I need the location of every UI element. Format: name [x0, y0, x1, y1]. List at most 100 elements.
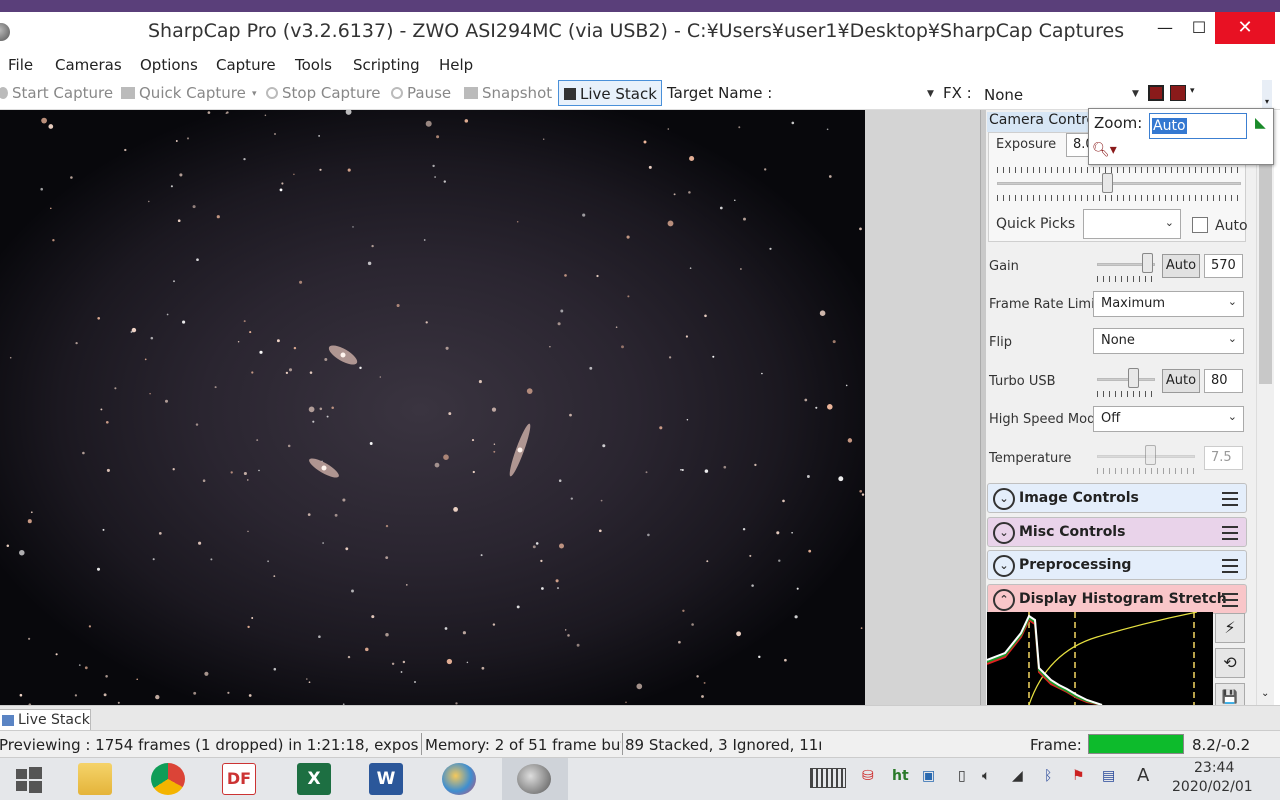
expand-chevron-icon[interactable]: ⌄: [993, 555, 1015, 577]
star: [819, 310, 826, 316]
tab-live-stack[interactable]: Live Stack: [0, 709, 91, 731]
windows-start-icon[interactable]: [12, 763, 46, 795]
star: [516, 605, 520, 609]
gain-input[interactable]: 570: [1204, 254, 1243, 278]
expand-chevron-icon[interactable]: ⌄: [993, 488, 1015, 510]
menu-scripting[interactable]: Scripting: [353, 56, 420, 74]
quick-picks-label: Quick Picks: [996, 216, 1076, 232]
toolbar-overflow-icon[interactable]: ▾: [1262, 80, 1272, 108]
turbo-usb-slider-thumb[interactable]: [1127, 368, 1139, 388]
hamburger-menu-icon[interactable]: [1222, 559, 1238, 573]
quick-picks-select[interactable]: ⌄: [1083, 209, 1181, 239]
exposure-slider-thumb[interactable]: [1101, 173, 1113, 193]
menu-cameras[interactable]: Cameras: [55, 56, 122, 74]
keyboard-icon[interactable]: [810, 768, 846, 788]
close-button[interactable]: ✕: [1215, 12, 1275, 44]
reticle-icon[interactable]: [1148, 85, 1164, 101]
ht-tray-icon[interactable]: ht: [892, 768, 909, 784]
menu-capture[interactable]: Capture: [216, 56, 276, 74]
quick-picks-auto-checkbox[interactable]: [1192, 217, 1208, 233]
histogram-stretch-plot[interactable]: [987, 612, 1213, 705]
fx-select[interactable]: None ▼: [978, 81, 1142, 105]
excel-icon[interactable]: X: [297, 763, 331, 795]
star: [673, 193, 676, 196]
star: [691, 623, 694, 626]
menu-file[interactable]: File: [8, 56, 33, 74]
frame-rate-limit-select[interactable]: Maximum ⌄: [1093, 291, 1244, 317]
save-stretch-button[interactable]: 💾: [1215, 683, 1245, 705]
panel-scrollbar-thumb[interactable]: [1259, 134, 1272, 384]
menu-help[interactable]: Help: [439, 56, 473, 74]
battery-icon[interactable]: ▯: [958, 768, 966, 784]
start-capture-button[interactable]: Start Capture: [0, 84, 113, 102]
panel-scrollbar[interactable]: ⌄: [1256, 110, 1274, 705]
star: [256, 439, 259, 442]
live-image-view[interactable]: [0, 110, 865, 705]
expand-chevron-icon[interactable]: ⌄: [993, 522, 1015, 544]
clock-time[interactable]: 23:44: [1194, 760, 1234, 776]
network-app-tray-icon[interactable]: ▣: [922, 768, 935, 784]
turbo-usb-slider-track[interactable]: [1097, 378, 1155, 381]
acrobat-tray-icon[interactable]: ⛁: [862, 768, 874, 784]
galaxy-core: [340, 352, 346, 358]
file-explorer-icon[interactable]: [78, 763, 112, 795]
auto-stretch-button[interactable]: ⚡: [1215, 613, 1245, 643]
wifi-signal-icon[interactable]: ◢: [1012, 768, 1023, 784]
reset-stretch-button[interactable]: ⟲: [1215, 648, 1245, 678]
gain-auto-button[interactable]: Auto: [1162, 254, 1200, 278]
word-icon[interactable]: W: [369, 763, 403, 795]
image-controls-section[interactable]: ⌄ Image Controls: [987, 483, 1247, 513]
star: [247, 530, 249, 533]
display-histogram-stretch-section[interactable]: ⌃ Display Histogram Stretch: [987, 584, 1247, 614]
misc-controls-section[interactable]: ⌄ Misc Controls: [987, 517, 1247, 547]
hamburger-menu-icon[interactable]: [1222, 593, 1238, 607]
star: [345, 547, 349, 551]
exposure-ticks-bottom: [997, 195, 1241, 201]
overlay-dropdown-icon[interactable]: ▾: [1190, 86, 1195, 96]
snapshot-button[interactable]: Snapshot: [464, 84, 552, 102]
paint-icon[interactable]: [442, 763, 476, 795]
high-speed-mode-label: High Speed Mode: [989, 412, 1104, 427]
star: [9, 356, 12, 359]
focus-mask-icon[interactable]: [1170, 85, 1186, 101]
histogram-icon[interactable]: ◣: [1255, 115, 1266, 131]
star: [351, 589, 354, 593]
exposure-slider-track[interactable]: [997, 182, 1241, 185]
quick-capture-dropdown-icon[interactable]: ▾: [252, 89, 257, 99]
live-stack-button[interactable]: Live Stack: [558, 80, 662, 106]
star: [560, 309, 564, 313]
zoom-magnifier-icon[interactable]: 🔍︎▾: [1092, 142, 1117, 158]
menu-options[interactable]: Options: [140, 56, 198, 74]
pause-button[interactable]: Pause: [391, 84, 451, 102]
display-tray-icon[interactable]: ▤: [1102, 768, 1115, 784]
collapse-chevron-icon[interactable]: ⌃: [993, 589, 1015, 611]
df-app-icon[interactable]: DF: [222, 763, 256, 795]
star: [764, 168, 767, 171]
bluetooth-icon[interactable]: ᛒ: [1044, 768, 1052, 784]
star: [322, 542, 324, 544]
security-alert-icon[interactable]: ⚑: [1072, 768, 1085, 784]
menu-tools[interactable]: Tools: [295, 56, 332, 74]
quick-capture-button[interactable]: Quick Capture: [121, 84, 246, 102]
volume-icon[interactable]: 🔈︎: [982, 768, 990, 784]
gain-slider-thumb[interactable]: [1141, 253, 1153, 273]
star: [815, 406, 818, 409]
star: [173, 280, 175, 283]
sharpcap-taskbar-button[interactable]: [502, 758, 568, 800]
turbo-usb-auto-button[interactable]: Auto: [1162, 369, 1200, 393]
hamburger-menu-icon[interactable]: [1222, 492, 1238, 506]
chrome-icon[interactable]: [151, 763, 185, 795]
ime-indicator[interactable]: A: [1137, 765, 1149, 786]
preprocessing-section[interactable]: ⌄ Preprocessing: [987, 550, 1247, 580]
high-speed-mode-select[interactable]: Off ⌄: [1093, 406, 1244, 432]
star: [227, 691, 230, 694]
hamburger-menu-icon[interactable]: [1222, 526, 1238, 540]
star: [402, 660, 406, 664]
flip-select[interactable]: None ⌄: [1093, 328, 1244, 354]
target-name-input[interactable]: ▼: [778, 81, 936, 105]
zoom-select[interactable]: Auto ▼: [1149, 113, 1247, 139]
scroll-down-icon[interactable]: ⌄: [1261, 688, 1269, 699]
clock-date[interactable]: 2020/02/01: [1172, 779, 1253, 795]
stop-capture-button[interactable]: Stop Capture: [266, 84, 381, 102]
turbo-usb-input[interactable]: 80: [1204, 369, 1243, 393]
